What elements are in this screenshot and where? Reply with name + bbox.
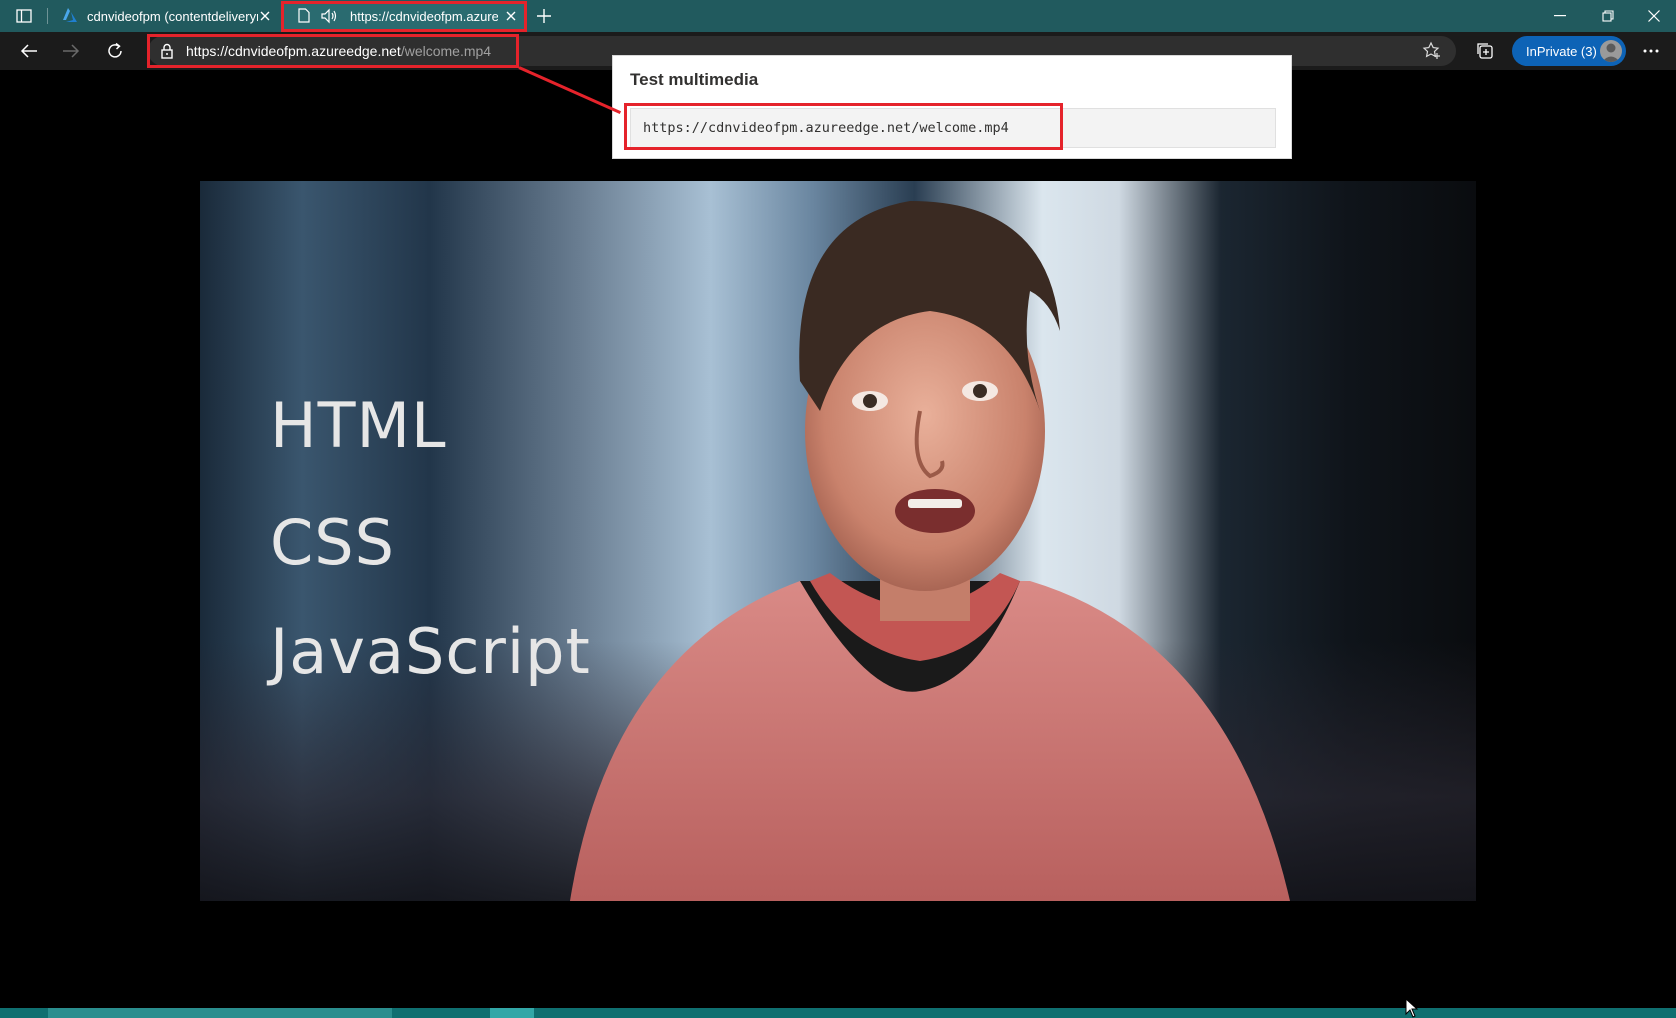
restore-icon[interactable]: [1586, 2, 1630, 30]
tab-title: cdnvideofpm (contentdeliverynetwork): [87, 8, 258, 24]
inprivate-label: InPrivate (3): [1526, 43, 1597, 59]
close-tab-icon[interactable]: [258, 9, 272, 23]
minimize-icon[interactable]: [1538, 2, 1582, 30]
presenter-image: [570, 201, 1290, 901]
taskbar: [0, 1008, 1676, 1018]
taskbar-item[interactable]: [490, 1008, 534, 1018]
multimedia-url-field[interactable]: https://cdnvideofpm.azureedge.net/welcom…: [630, 108, 1276, 148]
refresh-icon[interactable]: [100, 37, 130, 65]
inprivate-button[interactable]: InPrivate (3): [1512, 36, 1626, 66]
mouse-cursor-icon: [1405, 998, 1419, 1018]
test-multimedia-panel: Test multimedia https://cdnvideofpm.azur…: [612, 55, 1292, 159]
url-path: /welcome.mp4: [400, 43, 492, 59]
multimedia-url-value: https://cdnvideofpm.azureedge.net/welcom…: [643, 120, 1009, 136]
lock-icon[interactable]: [160, 43, 176, 59]
panel-title: Test multimedia: [630, 70, 759, 89]
speaker-icon[interactable]: [320, 8, 338, 24]
tab-strip: cdnvideofpm (contentdeliverynetwork) htt…: [0, 0, 1676, 32]
more-icon[interactable]: [1636, 37, 1666, 65]
new-tab-icon[interactable]: [534, 6, 554, 26]
tab-separator: [47, 8, 48, 24]
close-tab-icon[interactable]: [504, 9, 518, 23]
collections-icon[interactable]: [1470, 37, 1500, 65]
file-icon: [298, 8, 312, 24]
add-favorite-icon[interactable]: [1422, 41, 1442, 61]
close-window-icon[interactable]: [1634, 2, 1674, 30]
video-text-html: HTML: [270, 389, 447, 462]
back-icon[interactable]: [14, 37, 44, 65]
annotation-connector: [518, 66, 622, 115]
azure-logo-icon: [62, 8, 78, 24]
url-text: https://cdnvideofpm.azureedge.net/welcom…: [186, 43, 491, 59]
url-host: https://cdnvideofpm.azureedge.net: [186, 43, 401, 59]
tab-cdnvideofpm[interactable]: cdnvideofpm (contentdeliverynetwork): [56, 2, 280, 30]
taskbar-item[interactable]: [48, 1008, 392, 1018]
screen: cdnvideofpm (contentdeliverynetwork) htt…: [0, 0, 1676, 1018]
video-frame[interactable]: HTML CSS JavaScript: [200, 181, 1476, 901]
avatar: [1600, 40, 1622, 62]
tab-title: https://cdnvideofpm.azureedge.net/welcom…: [350, 8, 498, 24]
video-text-javascript: JavaScript: [270, 615, 591, 688]
video-text-css: CSS: [270, 506, 396, 579]
tab-actions-icon[interactable]: [12, 6, 36, 26]
forward-icon[interactable]: [56, 37, 86, 65]
tab-welcome-mp4[interactable]: https://cdnvideofpm.azureedge.net/welcom…: [282, 2, 526, 30]
